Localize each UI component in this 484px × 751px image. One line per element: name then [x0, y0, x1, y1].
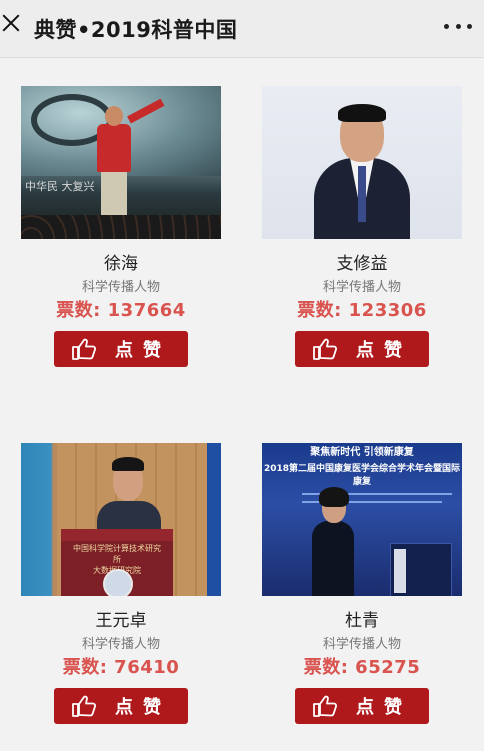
candidate-photo: 中华民 大复兴 — [21, 86, 221, 239]
candidate-role: 科学传播人物 — [322, 280, 401, 295]
candidate-photo: 聚焦新时代 引领新康复 2018第二届中国康复医学会综合学术年会暨国际康复 — [262, 443, 462, 596]
vote-count: 票数: 137664 — [56, 300, 186, 321]
page-title: 典赞•2019科普中国 — [34, 18, 238, 42]
close-icon[interactable] — [0, 12, 22, 34]
like-button-label: 点赞 — [115, 697, 171, 718]
thumbs-up-icon — [313, 338, 338, 360]
like-button[interactable]: 点赞 — [295, 688, 429, 724]
like-button[interactable]: 点赞 — [295, 331, 429, 367]
like-button-label: 点赞 — [356, 340, 412, 361]
candidate-card: 中国科学院计算技术研究所 大数据研究院 王元卓 科学传播人物 票数: 76410… — [11, 443, 231, 724]
more-options-icon[interactable] — [444, 24, 472, 30]
thumbs-up-icon — [313, 695, 338, 717]
like-button[interactable]: 点赞 — [54, 331, 188, 367]
candidate-role: 科学传播人物 — [322, 637, 401, 652]
vote-count: 票数: 76410 — [62, 657, 180, 678]
candidate-card: 中华民 大复兴 徐海 科学传播人物 票数: 137664 点赞 — [11, 86, 231, 367]
candidate-card: 聚焦新时代 引领新康复 2018第二届中国康复医学会综合学术年会暨国际康复 杜青… — [252, 443, 472, 724]
vote-count: 票数: 123306 — [297, 300, 427, 321]
thumbs-up-icon — [72, 695, 97, 717]
candidate-photo — [262, 86, 462, 239]
candidate-photo: 中国科学院计算技术研究所 大数据研究院 — [21, 443, 221, 596]
top-bar: 典赞•2019科普中国 — [0, 0, 484, 58]
candidate-card: 支修益 科学传播人物 票数: 123306 点赞 — [252, 86, 472, 367]
candidate-name: 支修益 — [336, 254, 388, 274]
candidate-role: 科学传播人物 — [81, 637, 160, 652]
like-button-label: 点赞 — [115, 340, 171, 361]
vote-count: 票数: 65275 — [303, 657, 421, 678]
photo-banner-main: 2018第二届中国康复医学会综合学术年会暨国际康复 — [263, 464, 461, 487]
like-button[interactable]: 点赞 — [54, 688, 188, 724]
photo-slogan: 中华民 大复兴 — [25, 180, 95, 193]
candidate-name: 徐海 — [104, 254, 138, 274]
thumbs-up-icon — [72, 338, 97, 360]
photo-banner-top: 聚焦新时代 引领新康复 — [310, 447, 414, 458]
candidate-role: 科学传播人物 — [81, 280, 160, 295]
like-button-label: 点赞 — [356, 697, 412, 718]
candidate-name: 王元卓 — [95, 611, 147, 631]
candidate-name: 杜青 — [345, 611, 379, 631]
